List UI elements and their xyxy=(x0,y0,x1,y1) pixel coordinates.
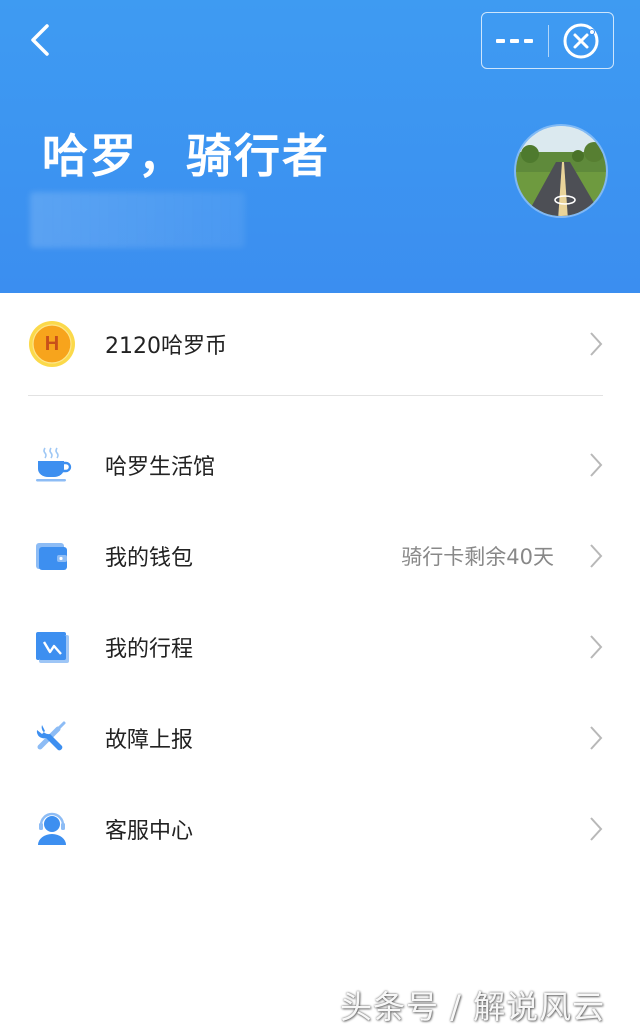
close-target-icon xyxy=(563,23,599,58)
menu-item-customer-service[interactable]: 客服中心 xyxy=(0,783,640,874)
chevron-right-icon xyxy=(586,632,606,662)
more-dots-icon xyxy=(496,38,533,43)
coin-balance-label: 2120哈罗币 xyxy=(105,334,227,359)
coffee-cup-icon xyxy=(28,440,76,488)
menu-item-label: 客服中心 xyxy=(105,818,194,844)
menu-item-life-store[interactable]: 哈罗生活馆 xyxy=(0,419,640,510)
customer-service-icon xyxy=(28,804,76,852)
chevron-left-icon xyxy=(31,24,49,56)
chevron-right-icon xyxy=(586,450,606,480)
wrench-screwdriver-icon xyxy=(28,713,76,761)
more-button[interactable] xyxy=(482,13,548,68)
blurred-subtitle xyxy=(30,192,245,248)
section-divider xyxy=(28,395,603,396)
chevron-right-icon xyxy=(586,814,606,844)
watermark: 头条号 / 解说风云 xyxy=(340,988,606,1026)
profile-page: 哈罗，骑行者 H 2120哈罗币 哈罗生活馆 我的钱包 骑行卡剩余40天 我的行… xyxy=(0,0,640,1036)
menu-item-label: 哈罗生活馆 xyxy=(105,454,216,480)
mini-program-capsule xyxy=(481,12,614,69)
menu-item-label: 故障上报 xyxy=(105,727,194,753)
menu-item-fault-report[interactable]: 故障上报 xyxy=(0,692,640,783)
menu-item-label: 我的行程 xyxy=(105,636,194,662)
avatar[interactable] xyxy=(514,124,608,218)
coin-balance-row[interactable]: H 2120哈罗币 xyxy=(0,293,640,395)
greeting-title: 哈罗，骑行者 xyxy=(42,129,330,183)
bike-path-photo xyxy=(516,126,606,216)
coin-icon: H xyxy=(28,320,76,368)
chevron-right-icon xyxy=(586,541,606,571)
coin-letter: H xyxy=(44,332,60,355)
menu-item-label: 我的钱包 xyxy=(105,545,194,571)
menu-item-trips[interactable]: 我的行程 xyxy=(0,601,640,692)
chevron-right-icon xyxy=(586,723,606,753)
close-button[interactable] xyxy=(549,13,613,68)
wallet-icon xyxy=(28,531,76,579)
trip-chart-icon xyxy=(28,622,76,670)
profile-header: 哈罗，骑行者 xyxy=(0,0,640,293)
back-button[interactable] xyxy=(22,20,58,60)
menu-item-wallet[interactable]: 我的钱包 骑行卡剩余40天 xyxy=(0,510,640,601)
chevron-right-icon xyxy=(586,329,606,359)
ride-card-remaining: 骑行卡剩余40天 xyxy=(401,544,554,569)
